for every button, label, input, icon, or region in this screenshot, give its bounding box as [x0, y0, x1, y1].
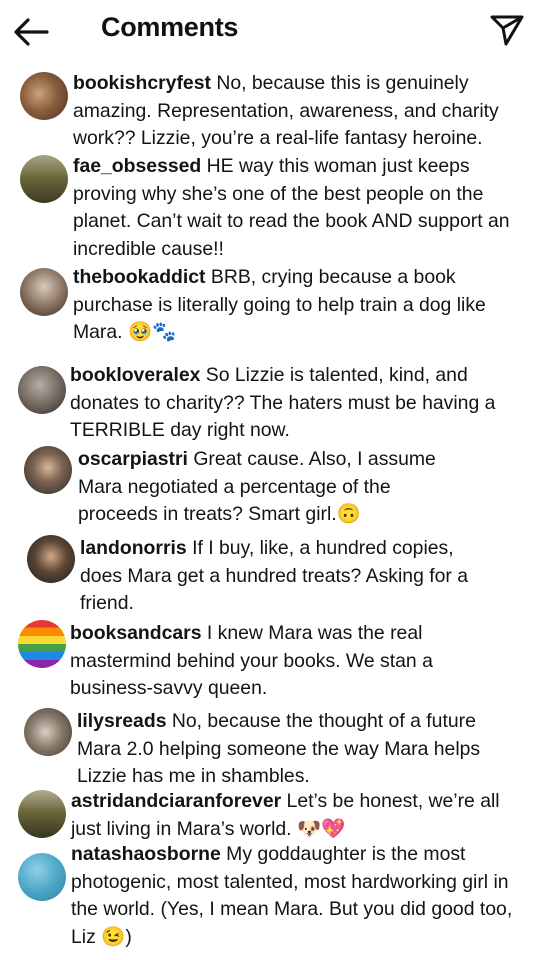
comment-text: bookloveralex So Lizzie is talented, kin…	[70, 362, 520, 445]
comment-username[interactable]: natashaosborne	[71, 843, 221, 865]
comment-text: bookishcryfest No, because this is genui…	[73, 70, 523, 153]
comment-text: oscarpiastri Great cause. Also, I assume…	[78, 446, 458, 529]
avatar[interactable]	[24, 446, 72, 494]
share-button[interactable]	[488, 12, 526, 48]
comment-text: astridandciaranforever Let’s be honest, …	[71, 788, 521, 843]
avatar[interactable]	[20, 155, 68, 203]
comment-text: landonorris If I buy, like, a hundred co…	[80, 535, 500, 618]
avatar[interactable]	[18, 853, 66, 901]
avatar[interactable]	[20, 72, 68, 120]
comment-username[interactable]: bookishcryfest	[73, 72, 211, 94]
avatar[interactable]	[18, 790, 66, 838]
comment-text: fae_obsessed HE way this woman just keep…	[73, 153, 523, 263]
comment-text: natashaosborne My goddaughter is the mos…	[71, 841, 521, 951]
comment-username[interactable]: astridandciaranforever	[71, 790, 281, 812]
avatar[interactable]	[27, 535, 75, 583]
comment-username[interactable]: oscarpiastri	[78, 448, 188, 470]
header-bar: Comments	[0, 0, 540, 62]
comment-username[interactable]: booksandcars	[70, 622, 201, 644]
back-button[interactable]	[12, 14, 50, 50]
arrow-left-icon	[14, 18, 49, 46]
comment-text: lilysreads No, because the thought of a …	[77, 708, 517, 791]
page-title: Comments	[101, 12, 239, 42]
avatar[interactable]	[24, 708, 72, 756]
comment-username[interactable]: thebookaddict	[73, 266, 206, 288]
comment-username[interactable]: bookloveralex	[70, 364, 200, 386]
comment-username[interactable]: fae_obsessed	[73, 155, 201, 177]
avatar[interactable]	[18, 366, 66, 414]
comment-username[interactable]: landonorris	[80, 537, 187, 559]
paper-plane-icon	[490, 15, 524, 46]
comment-text: thebookaddict BRB, crying because a book…	[73, 264, 503, 347]
comment-username[interactable]: lilysreads	[77, 710, 166, 732]
comment-text: booksandcars I knew Mara was the real ma…	[70, 620, 460, 703]
avatar[interactable]	[20, 268, 68, 316]
avatar[interactable]	[18, 620, 66, 668]
